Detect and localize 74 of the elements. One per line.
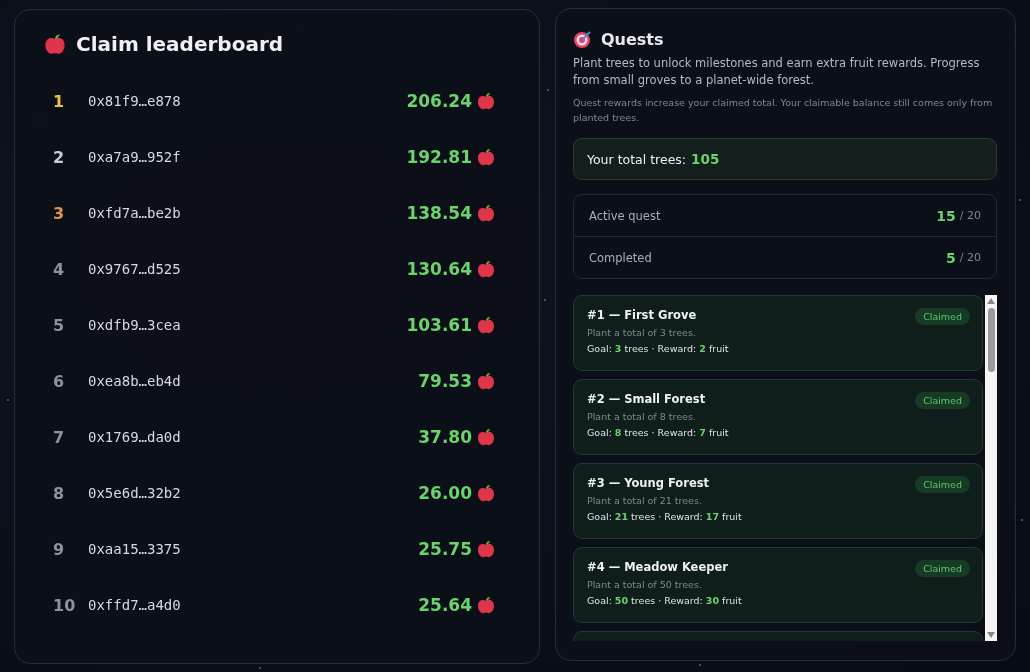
stat-label: Active quest [589, 208, 662, 223]
quest-description: Plant a total of 50 trees. [587, 579, 703, 590]
apple-icon [476, 203, 496, 223]
claim-amount: 25.64 [418, 595, 472, 615]
apple-icon [476, 259, 496, 279]
rank-number: 1 [52, 91, 66, 111]
status-badge: Claimed [915, 476, 970, 493]
quest-title: #2 — Small Forest [587, 392, 707, 406]
claim-amount: 37.80 [418, 427, 472, 447]
total-trees-value: 105 [691, 151, 720, 167]
apple-icon [43, 32, 67, 56]
total-trees-label: Your total trees: [587, 151, 687, 167]
claim-amount: 138.54 [406, 203, 472, 223]
claim-amount: 79.53 [418, 371, 472, 391]
quest-title: #1 — First Grove [587, 308, 698, 322]
apple-icon [476, 147, 496, 167]
wallet-address: 0x5e6d…32b2 [88, 485, 182, 501]
status-badge: Claimed [915, 560, 970, 577]
stat-value: 5 [946, 249, 956, 266]
wallet-address: 0xffd7…a4d0 [88, 597, 182, 613]
apple-icon [476, 315, 496, 335]
rank-number: 2 [52, 147, 66, 167]
scroll-up-icon[interactable] [987, 298, 995, 304]
scroll-thumb[interactable] [987, 308, 995, 372]
claim-amount: 25.75 [418, 539, 472, 559]
wallet-address: 0xdfb9…3cea [88, 317, 182, 333]
scroll-down-icon[interactable] [987, 632, 995, 638]
stat-total: / 20 [959, 251, 981, 264]
wallet-address: 0x1769…da0d [88, 429, 182, 445]
rank-number: 7 [52, 427, 66, 447]
quest-title: #4 — Meadow Keeper [587, 560, 729, 574]
quest-description: Plant a total of 8 trees. [587, 411, 697, 422]
quests-note: Quest rewards increase your claimed total. Your claimable balance still comes only from planted trees. [573, 96, 994, 125]
rank-number: 4 [52, 259, 66, 279]
wallet-address: 0x81f9…e878 [88, 93, 182, 109]
claim-amount: 206.24 [406, 91, 472, 111]
claim-amount: 103.61 [406, 315, 472, 335]
apple-icon [476, 427, 496, 447]
apple-icon [476, 539, 496, 559]
rank-number: 6 [52, 371, 66, 391]
rank-number: 9 [52, 539, 66, 559]
claim-amount: 192.81 [406, 147, 472, 167]
rank-number: 10 [52, 595, 77, 615]
quests-title: Quests [601, 29, 664, 49]
target-icon [573, 29, 593, 49]
quest-goal: Goal: 21 trees · Reward: 17 fruit [587, 511, 743, 522]
quest-description: Plant a total of 3 trees. [587, 327, 697, 338]
leaderboard-title: Claim leaderboard [76, 32, 284, 56]
quest-description: Plant a total of 21 trees. [587, 495, 703, 506]
wallet-address: 0x9767…d525 [88, 261, 182, 277]
quests-description: Plant trees to unlock milestones and earn extra fruit rewards. Progress from small groves to a planet-wide forest. [573, 55, 981, 89]
apple-icon [476, 483, 496, 503]
apple-icon [476, 371, 496, 391]
rank-number: 5 [52, 315, 66, 335]
stat-total: / 20 [959, 209, 981, 222]
wallet-address: 0xea8b…eb4d [88, 373, 182, 389]
rank-number: 3 [52, 203, 66, 223]
wallet-address: 0xa7a9…952f [88, 149, 182, 165]
claim-amount: 26.00 [418, 483, 472, 503]
quest-goal: Goal: 50 trees · Reward: 30 fruit [587, 595, 743, 606]
claim-amount: 130.64 [406, 259, 472, 279]
quest-title: #3 — Young Forest [587, 476, 711, 490]
wallet-address: 0xfd7a…be2b [88, 205, 182, 221]
rank-number: 8 [52, 483, 66, 503]
status-badge: Claimed [915, 308, 970, 325]
wallet-address: 0xaa15…3375 [88, 541, 182, 557]
quest-goal: Goal: 8 trees · Reward: 7 fruit [587, 427, 730, 438]
apple-icon [476, 91, 496, 111]
stat-label: Completed [589, 250, 653, 265]
apple-icon [476, 595, 496, 615]
quest-goal: Goal: 3 trees · Reward: 2 fruit [587, 343, 730, 354]
stat-value: 15 [936, 207, 956, 224]
status-badge: Claimed [915, 392, 970, 409]
scrollbar[interactable] [985, 295, 997, 641]
